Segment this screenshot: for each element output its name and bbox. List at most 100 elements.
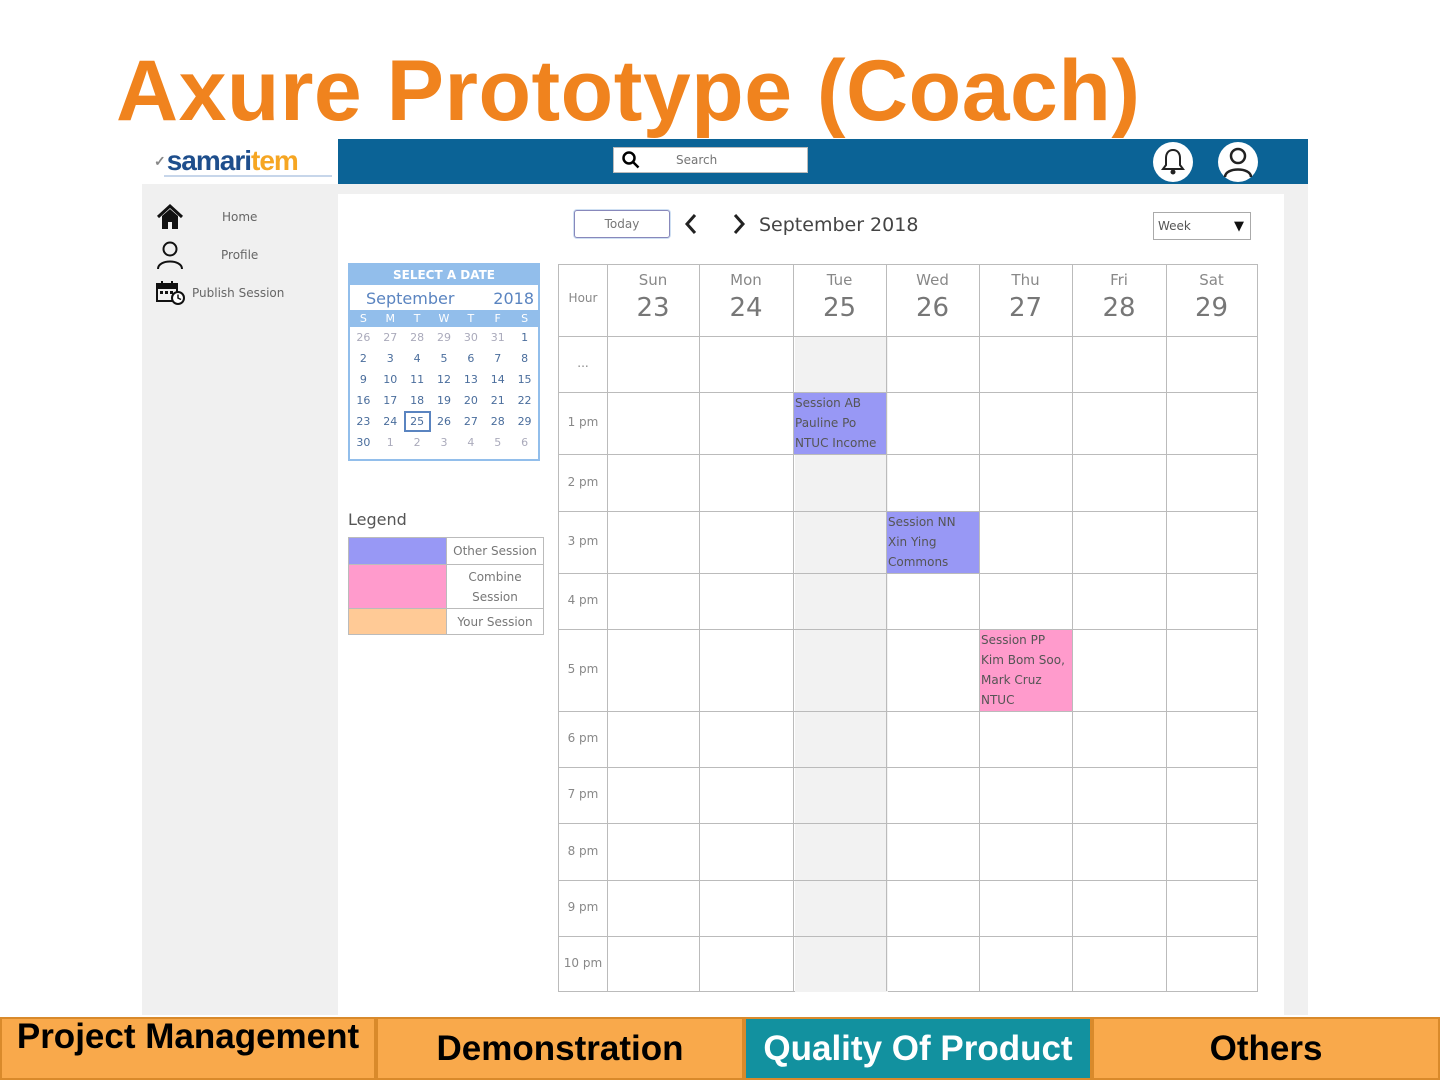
- event-text: Session AB: [795, 396, 862, 410]
- search-input[interactable]: [676, 153, 786, 167]
- day-name: Wed: [916, 271, 949, 289]
- date-cell[interactable]: 16: [350, 390, 377, 411]
- hour-label: 7 pm: [567, 787, 599, 801]
- date-cell[interactable]: 22: [511, 390, 538, 411]
- date-cell[interactable]: 13: [457, 369, 484, 390]
- date-cell[interactable]: 3: [431, 432, 458, 453]
- date-cell[interactable]: 29: [511, 411, 538, 432]
- hour-label: 3 pm: [567, 534, 599, 548]
- logo-underline: [164, 175, 332, 177]
- date-cell[interactable]: 24: [377, 411, 404, 432]
- day-name: Thu: [1011, 271, 1040, 289]
- date-cell[interactable]: 4: [457, 432, 484, 453]
- today-button[interactable]: Today: [574, 210, 670, 238]
- home-icon: [156, 202, 190, 232]
- current-month-label: September 2018: [759, 214, 919, 236]
- tab-project-management[interactable]: Project Management: [0, 1017, 376, 1080]
- view-select[interactable]: Week ▼: [1153, 212, 1251, 240]
- weekday-label: W: [438, 312, 450, 325]
- grid-row-divider: [559, 629, 1257, 630]
- grid-column-divider: [699, 265, 700, 991]
- date-cell[interactable]: 12: [431, 369, 458, 390]
- samaritem-logo[interactable]: ✓ samari tem: [154, 143, 299, 179]
- date-cell[interactable]: 10: [377, 369, 404, 390]
- sidebar: Home Profile Publish Session: [142, 184, 338, 1015]
- date-cell[interactable]: 1: [377, 432, 404, 453]
- session-event[interactable]: Session NN Xin Ying Commons: [887, 512, 979, 573]
- date-cell[interactable]: 7: [484, 348, 511, 369]
- event-text: NTUC: [981, 693, 1015, 707]
- tab-others[interactable]: Others: [1092, 1017, 1440, 1080]
- date-cell[interactable]: 28: [484, 411, 511, 432]
- date-cell[interactable]: 23: [350, 411, 377, 432]
- date-cell[interactable]: 2: [350, 348, 377, 369]
- date-cell[interactable]: 9: [350, 369, 377, 390]
- date-cell[interactable]: 25: [403, 411, 431, 432]
- weekday-label: T: [413, 312, 421, 325]
- event-text: Kim Bom Soo,: [981, 653, 1065, 667]
- sidebar-item-publish-session[interactable]: Publish Session: [156, 278, 284, 308]
- event-text: Xin Ying: [888, 535, 937, 549]
- day-name: Mon: [730, 271, 762, 289]
- day-number: 24: [729, 293, 763, 323]
- date-cell[interactable]: 31: [484, 327, 511, 348]
- day-number: 26: [915, 293, 950, 323]
- user-account-icon[interactable]: [1218, 142, 1258, 182]
- date-cell[interactable]: 30: [350, 432, 377, 453]
- date-picker-year[interactable]: 2018: [493, 289, 534, 310]
- day-header[interactable]: Thu 27: [979, 265, 1072, 336]
- legend-title: Legend: [348, 510, 407, 529]
- date-cell[interactable]: 20: [457, 390, 484, 411]
- session-event[interactable]: Session PP Kim Bom Soo, Mark Cruz NTUC: [980, 630, 1072, 711]
- date-cell[interactable]: 18: [404, 390, 431, 411]
- date-cell[interactable]: 1: [511, 327, 538, 348]
- legend-swatch-combine: [349, 565, 447, 608]
- date-cell[interactable]: 6: [457, 348, 484, 369]
- date-cell[interactable]: 27: [377, 327, 404, 348]
- previous-week-button[interactable]: [681, 212, 701, 236]
- date-cell[interactable]: 14: [484, 369, 511, 390]
- date-cell[interactable]: 29: [431, 327, 458, 348]
- tab-demonstration[interactable]: Demonstration: [376, 1017, 744, 1080]
- day-header[interactable]: Fri 28: [1072, 265, 1166, 336]
- date-cell[interactable]: 11: [404, 369, 431, 390]
- date-cell[interactable]: 5: [431, 348, 458, 369]
- day-name: Fri: [1110, 271, 1128, 289]
- day-header[interactable]: Wed 26: [886, 265, 979, 336]
- day-name: Sun: [638, 271, 668, 289]
- day-header[interactable]: Mon 24: [699, 265, 793, 336]
- tab-quality-of-product[interactable]: Quality Of Product: [744, 1017, 1092, 1080]
- date-cell[interactable]: 26: [431, 411, 458, 432]
- day-header[interactable]: Sat 29: [1166, 265, 1257, 336]
- hour-label: 4 pm: [567, 593, 599, 607]
- date-cell[interactable]: 5: [484, 432, 511, 453]
- hour-label: 8 pm: [567, 843, 599, 858]
- date-cell[interactable]: 28: [404, 327, 431, 348]
- date-picker-month-name[interactable]: September: [366, 289, 454, 310]
- sidebar-item-profile[interactable]: Profile: [156, 240, 258, 270]
- session-event[interactable]: Session AB Pauline Po NTUC Income: [794, 393, 886, 454]
- day-header[interactable]: Tue 25: [793, 265, 886, 336]
- next-week-button[interactable]: [729, 212, 749, 236]
- search-box[interactable]: [613, 147, 808, 173]
- date-cell[interactable]: 26: [350, 327, 377, 348]
- sidebar-item-home[interactable]: Home: [156, 202, 257, 232]
- date-cell[interactable]: 8: [511, 348, 538, 369]
- date-cell[interactable]: 21: [484, 390, 511, 411]
- date-cell[interactable]: 15: [511, 369, 538, 390]
- hour-label: 6 pm: [567, 731, 599, 745]
- date-cell[interactable]: 19: [431, 390, 458, 411]
- date-cell[interactable]: 3: [377, 348, 404, 369]
- date-cell[interactable]: 30: [457, 327, 484, 348]
- grid-row-divider: [559, 880, 1257, 881]
- date-cell[interactable]: 2: [404, 432, 431, 453]
- date-cell[interactable]: 4: [404, 348, 431, 369]
- date-cell[interactable]: 27: [457, 411, 484, 432]
- date-picker-days: 26 27 28 29 30 31 1 2 3 4 5 6 7 8 9 10 11 12 13 14 15 16 17 18 1…: [350, 327, 538, 453]
- day-header[interactable]: Sun 23: [607, 265, 699, 336]
- date-cell[interactable]: 17: [377, 390, 404, 411]
- weekday-label: S: [521, 312, 529, 325]
- date-cell[interactable]: 6: [511, 432, 538, 453]
- notification-bell-icon[interactable]: [1153, 142, 1193, 182]
- hour-label: 9 pm: [567, 900, 599, 914]
